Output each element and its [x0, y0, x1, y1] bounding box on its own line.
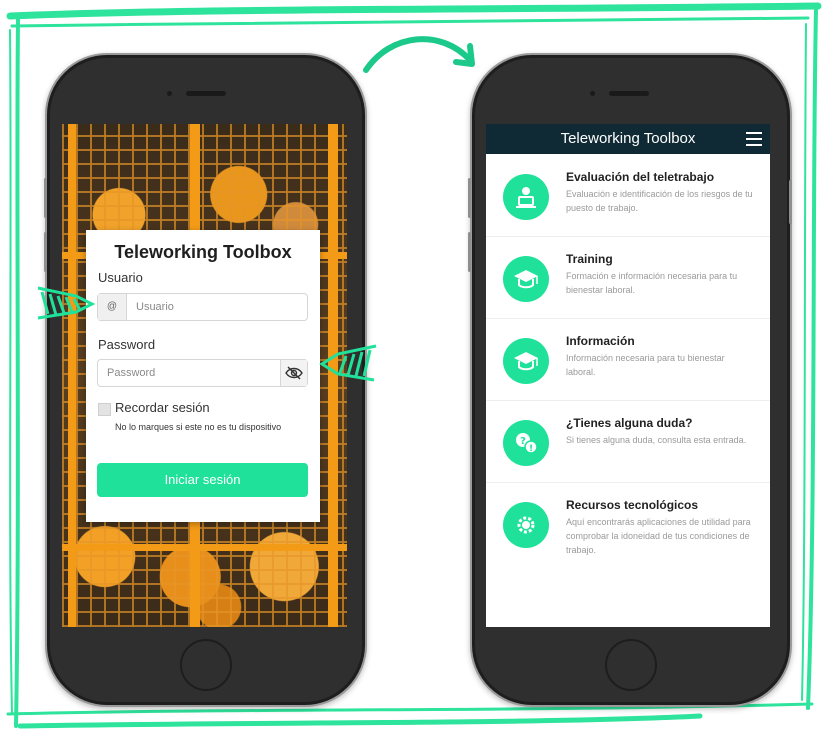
list-item[interactable]: Training Formación e información necesar…: [486, 236, 770, 319]
item-description: Formación e información necesaria para t…: [566, 271, 738, 295]
login-title: Teleworking Toolbox: [114, 242, 292, 262]
gear-icon: [503, 502, 549, 548]
front-camera: [590, 91, 595, 96]
app-screen: Teleworking Toolbox Evaluación del telet…: [486, 124, 770, 627]
side-button: [44, 178, 47, 218]
home-button[interactable]: [605, 639, 657, 691]
eye-slash-icon[interactable]: [280, 360, 307, 386]
item-title: Información: [566, 334, 635, 348]
side-button: [44, 232, 47, 272]
graduation-cap-icon: [503, 338, 549, 384]
username-field[interactable]: @ Usuario: [97, 293, 308, 321]
item-title: Evaluación del teletrabajo: [566, 170, 715, 184]
earpiece-speaker: [186, 91, 226, 96]
item-title: Recursos tecnológicos: [566, 498, 699, 512]
front-camera: [167, 91, 172, 96]
item-description: Información necesaria para tu bienestar …: [566, 353, 725, 377]
menu-list: Evaluación del teletrabajo Evaluación e …: [486, 154, 770, 627]
app-header: Teleworking Toolbox: [486, 124, 770, 154]
earpiece-speaker: [609, 91, 649, 96]
person-laptop-icon: [503, 174, 549, 220]
item-description: Si tienes alguna duda, consulta esta ent…: [566, 435, 747, 445]
home-button[interactable]: [180, 639, 232, 691]
login-button[interactable]: Iniciar sesión: [97, 463, 308, 497]
list-item[interactable]: Evaluación del teletrabajo Evaluación e …: [486, 154, 770, 237]
remember-label: Recordar sesión: [115, 400, 210, 415]
side-button: [468, 232, 471, 272]
item-title: ¿Tienes alguna duda?: [566, 416, 693, 430]
password-field[interactable]: Password: [97, 359, 308, 387]
cage-post: [68, 124, 76, 627]
password-label: Password: [98, 337, 156, 352]
app-title: Teleworking Toolbox: [560, 130, 696, 147]
hamburger-menu-icon[interactable]: [746, 132, 762, 146]
list-item[interactable]: Recursos tecnológicos Aquí encontrarás a…: [486, 482, 770, 564]
svg-text:?: ?: [520, 436, 526, 447]
svg-text:!: !: [529, 444, 533, 454]
list-item[interactable]: ?! ¿Tienes alguna duda? Si tienes alguna…: [486, 400, 770, 483]
login-card: Teleworking Toolbox Usuario @ Usuario Pa…: [86, 230, 320, 522]
side-button: [789, 180, 792, 224]
graduation-cap-icon: [503, 256, 549, 302]
highlight-scribble: [37, 286, 96, 320]
remember-checkbox[interactable]: [98, 403, 111, 416]
item-description: Aquí encontrarás aplicaciones de utilida…: [566, 517, 751, 555]
username-placeholder: Usuario: [136, 301, 174, 313]
at-sign-icon: @: [98, 294, 127, 320]
side-button: [468, 178, 471, 218]
transition-arrow: [363, 36, 475, 73]
highlight-scribble: [319, 344, 377, 382]
cage-post: [62, 544, 347, 551]
username-label: Usuario: [98, 270, 143, 285]
password-placeholder: Password: [107, 367, 156, 379]
item-title: Training: [566, 252, 613, 266]
item-description: Evaluación e identificación de los riesg…: [566, 189, 753, 213]
remember-hint: No lo marques si este no es tu dispositi…: [115, 422, 282, 432]
list-item[interactable]: Información Información necesaria para t…: [486, 318, 770, 401]
question-bubbles-icon: ?!: [503, 420, 549, 466]
